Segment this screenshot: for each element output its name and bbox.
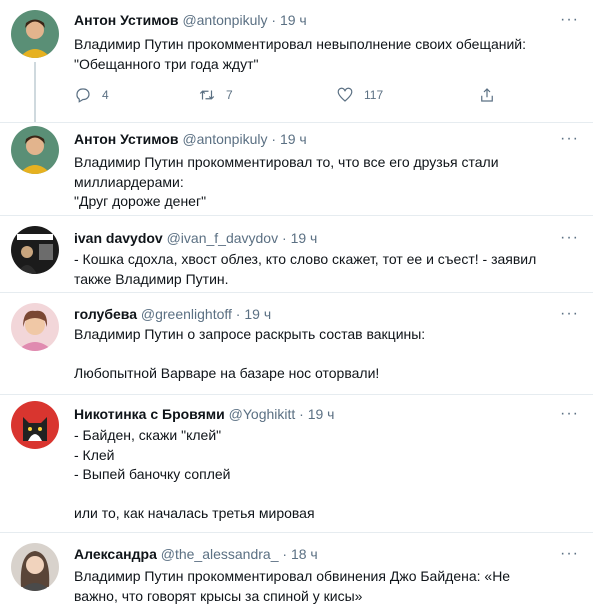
timestamp[interactable]: 19 ч — [280, 12, 307, 28]
tweet-text: Владимир Путин о запросе раскрыть состав… — [74, 326, 426, 381]
timestamp[interactable]: 19 ч — [308, 406, 335, 422]
tweet[interactable]: ivan davydov @ivan_f_davydov · 19 ч ··· … — [0, 216, 593, 292]
more-icon[interactable]: ··· — [560, 230, 579, 246]
retweet-count: 7 — [226, 88, 233, 102]
reply-count: 4 — [102, 88, 109, 102]
more-icon[interactable]: ··· — [560, 406, 579, 422]
separator-dot: · — [282, 546, 288, 562]
author-handle[interactable]: @ivan_f_davydov — [167, 230, 279, 246]
author-handle[interactable]: @antonpikuly — [182, 12, 267, 28]
timestamp[interactable]: 19 ч — [244, 306, 271, 322]
tweet-header: Александра @the_alessandra_ · 18 ч — [74, 545, 318, 563]
author-name[interactable]: Александра — [74, 546, 157, 562]
author-handle[interactable]: @greenlightoff — [141, 306, 232, 322]
separator-dot: · — [282, 230, 287, 246]
separator-dot: · — [271, 131, 277, 147]
avatar[interactable] — [11, 226, 59, 274]
more-icon[interactable]: ··· — [560, 131, 579, 147]
tweet-text: Владимир Путин прокомментировал невыполн… — [74, 36, 527, 72]
separator-dot: · — [271, 12, 277, 28]
author-name[interactable]: голубева — [74, 306, 137, 322]
timestamp[interactable]: 19 ч — [280, 131, 307, 147]
separator-dot: · — [299, 406, 304, 422]
author-handle[interactable]: @the_alessandra_ — [161, 546, 279, 562]
reply-button[interactable]: 4 — [74, 86, 109, 104]
tweet[interactable]: Никотинка с Бровями @Yoghikitt · 19 ч ··… — [0, 395, 593, 532]
tweet-header: Никотинка с Бровями @Yoghikitt · 19 ч — [74, 405, 334, 423]
share-icon — [481, 88, 493, 102]
separator-dot: · — [235, 306, 241, 322]
tweet[interactable]: Антон Устимов @antonpikuly · 19 ч ··· Вл… — [0, 0, 593, 122]
tweet[interactable]: Александра @the_alessandra_ · 18 ч ··· В… — [0, 533, 593, 614]
tweet-text: Владимир Путин прокомментировал обвинени… — [74, 568, 511, 604]
timestamp[interactable]: 18 ч — [291, 546, 318, 562]
author-name[interactable]: Никотинка с Бровями — [74, 406, 225, 422]
share-button[interactable] — [478, 86, 496, 104]
avatar[interactable] — [11, 303, 59, 351]
more-icon[interactable]: ··· — [560, 306, 579, 322]
tweet-header: Антон Устимов @antonpikuly · 19 ч — [74, 130, 307, 148]
like-button[interactable]: 117 — [336, 86, 383, 104]
author-name[interactable]: ivan davydov — [74, 230, 163, 246]
avatar[interactable] — [11, 543, 59, 591]
tweet[interactable]: Антон Устимов @antonpikuly · 19 ч ··· Вл… — [0, 123, 593, 215]
tweet-text: - Кошка сдохла, хвост облез, кто слово с… — [74, 251, 537, 287]
retweet-button[interactable]: 7 — [198, 86, 233, 104]
author-name[interactable]: Антон Устимов — [74, 12, 179, 28]
tweet-header: Антон Устимов @antonpikuly · 19 ч — [74, 11, 307, 29]
like-count: 117 — [364, 88, 384, 102]
more-icon[interactable]: ··· — [560, 12, 579, 28]
like-icon — [337, 87, 353, 102]
more-icon[interactable]: ··· — [560, 546, 579, 562]
reply-icon — [76, 88, 90, 103]
timestamp[interactable]: 19 ч — [291, 230, 318, 246]
author-handle[interactable]: @Yoghikitt — [229, 406, 296, 422]
tweet-header: ivan davydov @ivan_f_davydov · 19 ч — [74, 229, 317, 247]
retweet-icon — [199, 90, 215, 100]
tweet-text: - Байден, скажи "клей" - Клей - Выпей ба… — [74, 427, 315, 521]
author-handle[interactable]: @antonpikuly — [182, 131, 267, 147]
avatar[interactable] — [11, 126, 59, 174]
tweet-text: Владимир Путин прокомментировал то, что … — [74, 154, 499, 209]
avatar[interactable] — [11, 401, 59, 449]
tweet-actions: 4 7 117 — [74, 86, 514, 106]
avatar[interactable] — [11, 10, 59, 58]
thread-line — [34, 62, 36, 122]
tweet[interactable]: голубева @greenlightoff · 19 ч ··· Влади… — [0, 293, 593, 394]
author-name[interactable]: Антон Устимов — [74, 131, 179, 147]
tweet-header: голубева @greenlightoff · 19 ч — [74, 305, 271, 323]
